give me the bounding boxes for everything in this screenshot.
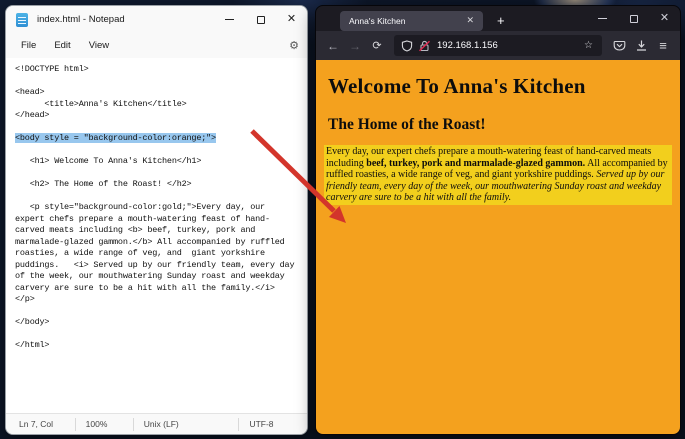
browser-window: Anna's Kitchen ✕ + ✕ ← → ⟳ (315, 5, 681, 435)
insecure-lock-icon[interactable] (418, 40, 431, 52)
page-heading-h2: The Home of the Roast! (328, 116, 673, 134)
forward-button[interactable]: → (344, 35, 366, 57)
notepad-app-icon (16, 13, 28, 27)
code-line[interactable]: <head> (15, 87, 307, 99)
notepad-menubar: File Edit View ⚙ (6, 33, 307, 58)
code-line[interactable]: of the week, our mouthwatering Sunday ro… (15, 271, 307, 283)
settings-gear-icon[interactable]: ⚙ (289, 39, 299, 52)
code-line[interactable]: </html> (15, 340, 307, 352)
notepad-maximize-button[interactable] (245, 6, 276, 33)
code-line[interactable]: puddings. <i> Served up by our friendly … (15, 260, 307, 272)
browser-navbar: ← → ⟳ 192.168.1.156 ☆ (316, 31, 680, 60)
code-line[interactable]: <p style="background-color:gold;">Every … (15, 202, 307, 214)
code-line[interactable] (15, 329, 307, 341)
maximize-icon (257, 16, 265, 24)
bookmark-star-icon[interactable]: ☆ (582, 40, 595, 51)
code-line[interactable] (15, 76, 307, 88)
code-line[interactable]: marmalade-glazed gammon.</b> All accompa… (15, 237, 307, 249)
url-text[interactable]: 192.168.1.156 (437, 40, 582, 51)
code-line[interactable]: carved meats including <b> beef, turkey,… (15, 225, 307, 237)
code-line[interactable] (15, 122, 307, 134)
pocket-icon[interactable] (608, 35, 630, 57)
code-line[interactable]: <h1> Welcome To Anna's Kitchen</h1> (15, 156, 307, 168)
web-page-content: Welcome To Anna's Kitchen The Home of th… (316, 60, 680, 434)
browser-close-button[interactable]: ✕ (649, 6, 680, 31)
code-lines: <!DOCTYPE html> <head> <title>Anna's Kitc… (15, 64, 307, 352)
menu-file[interactable]: File (12, 37, 45, 54)
hamburger-menu-icon[interactable]: ≡ (652, 35, 674, 57)
code-line[interactable]: carvery are sure to be a hit with all th… (15, 283, 307, 295)
notepad-window-title: index.html - Notepad (37, 14, 214, 25)
code-line[interactable]: </body> (15, 317, 307, 329)
status-zoom-level[interactable]: 100% (76, 418, 134, 431)
status-encoding: UTF-8 (239, 418, 307, 431)
code-line[interactable]: </head> (15, 110, 307, 122)
paragraph-segment: beef, turkey, pork and marmalade-glazed … (366, 158, 585, 169)
close-icon: ✕ (287, 14, 296, 25)
page-heading-h1: Welcome To Anna's Kitchen (328, 74, 673, 99)
url-bar[interactable]: 192.168.1.156 ☆ (394, 35, 602, 56)
close-icon: ✕ (660, 13, 669, 24)
code-line[interactable]: expert chefs prepare a mouth-watering fe… (15, 214, 307, 226)
notepad-window: index.html - Notepad ✕ File Edit View ⚙ … (5, 5, 308, 435)
tab-close-button[interactable]: ✕ (463, 13, 477, 28)
new-tab-button[interactable]: + (493, 13, 509, 28)
code-line[interactable]: <!DOCTYPE html> (15, 64, 307, 76)
maximize-icon (630, 15, 638, 23)
tracking-shield-icon[interactable] (401, 40, 413, 52)
code-line[interactable]: <title>Anna's Kitchen</title> (15, 99, 307, 111)
notepad-close-button[interactable]: ✕ (276, 6, 307, 33)
browser-tab[interactable]: Anna's Kitchen ✕ (340, 11, 483, 31)
tab-title: Anna's Kitchen (349, 16, 463, 26)
browser-maximize-button[interactable] (618, 6, 649, 31)
status-cursor-position: Ln 7, Col 42 (6, 418, 76, 431)
menu-edit[interactable]: Edit (45, 37, 79, 54)
browser-minimize-button[interactable] (587, 6, 618, 31)
minimize-icon (225, 19, 234, 20)
code-line[interactable] (15, 191, 307, 203)
minimize-icon (598, 18, 607, 19)
code-line[interactable] (15, 306, 307, 318)
back-button[interactable]: ← (322, 35, 344, 57)
code-line[interactable]: <h2> The Home of the Roast! </h2> (15, 179, 307, 191)
notepad-titlebar[interactable]: index.html - Notepad ✕ (6, 6, 307, 33)
code-line[interactable]: <body style = "background-color:orange;"… (15, 133, 307, 145)
page-paragraph: Every day, our expert chefs prepare a mo… (324, 145, 672, 205)
reload-button[interactable]: ⟳ (366, 35, 388, 57)
menu-view[interactable]: View (80, 37, 118, 54)
notepad-minimize-button[interactable] (214, 6, 245, 33)
code-editor[interactable]: <!DOCTYPE html> <head> <title>Anna's Kitc… (6, 58, 307, 413)
status-line-ending: Unix (LF) (134, 418, 240, 431)
code-line[interactable]: roasties, a wide range of veg, and giant… (15, 248, 307, 260)
code-line[interactable] (15, 145, 307, 157)
download-icon[interactable] (630, 35, 652, 57)
code-line[interactable]: </p> (15, 294, 307, 306)
browser-tabbar: Anna's Kitchen ✕ + ✕ (316, 6, 680, 31)
desktop: index.html - Notepad ✕ File Edit View ⚙ … (0, 0, 685, 439)
code-line[interactable] (15, 168, 307, 180)
notepad-statusbar: Ln 7, Col 42 100% Unix (LF) UTF-8 (6, 413, 307, 434)
